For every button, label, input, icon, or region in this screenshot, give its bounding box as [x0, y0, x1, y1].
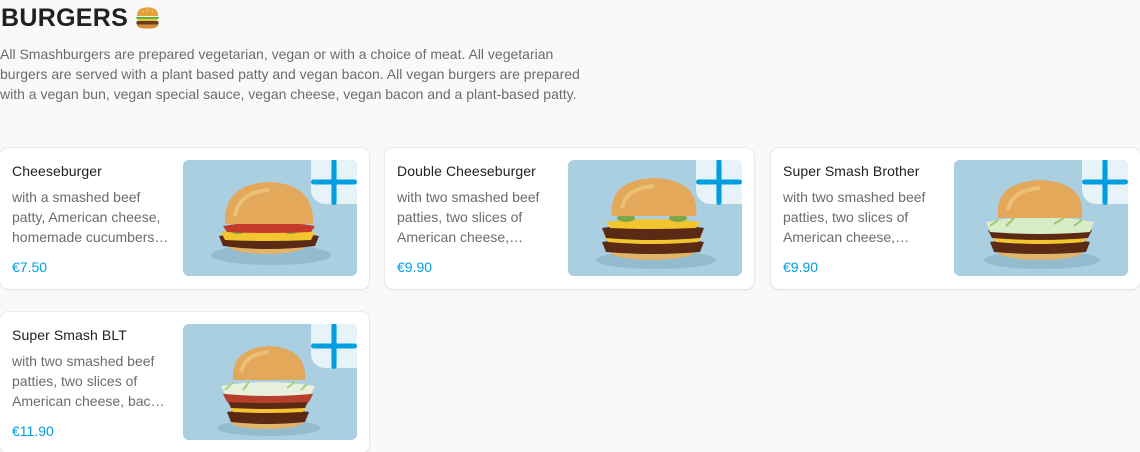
section-title-text: BURGERS [1, 4, 129, 32]
section-title: BURGERS [1, 2, 161, 34]
add-to-cart-button[interactable] [1082, 160, 1128, 205]
item-name: Cheeseburger [12, 163, 102, 179]
item-description: with two smashed beef patties, two slice… [12, 353, 170, 409]
menu-item-card[interactable]: Double Cheeseburger with two smashed bee… [385, 148, 754, 289]
item-photo [954, 160, 1128, 276]
plus-icon [1082, 160, 1128, 205]
add-to-cart-button[interactable] [311, 324, 357, 369]
item-name: Super Smash Brother [783, 163, 920, 179]
item-photo [183, 324, 357, 440]
item-price: €9.90 [783, 259, 819, 275]
item-photo [183, 160, 357, 276]
menu-item-card[interactable]: Super Smash Brother with two smashed bee… [771, 148, 1140, 289]
menu-item-card[interactable]: Super Smash BLT with two smashed beef pa… [0, 312, 369, 452]
item-description: with a smashed beef patty, American chee… [12, 189, 161, 245]
item-name: Double Cheeseburger [397, 163, 536, 179]
item-photo [568, 160, 742, 276]
add-to-cart-button[interactable] [311, 160, 357, 205]
hamburger-icon [136, 7, 160, 29]
item-description: with two smashed beef patties, two slice… [783, 189, 926, 245]
plus-icon [696, 160, 742, 205]
item-description: with two smashed beef patties, two slice… [397, 189, 540, 245]
item-name: Super Smash BLT [12, 327, 127, 343]
item-price: €7.50 [12, 259, 48, 275]
plus-icon [311, 324, 357, 369]
menu-item-card[interactable]: Cheeseburger with a smashed beef patty, … [0, 148, 369, 289]
item-price: €11.90 [12, 423, 54, 439]
section-description: All Smashburgers are prepared vegetarian… [0, 46, 580, 102]
plus-icon [311, 160, 357, 205]
item-price: €9.90 [397, 259, 433, 275]
add-to-cart-button[interactable] [696, 160, 742, 205]
